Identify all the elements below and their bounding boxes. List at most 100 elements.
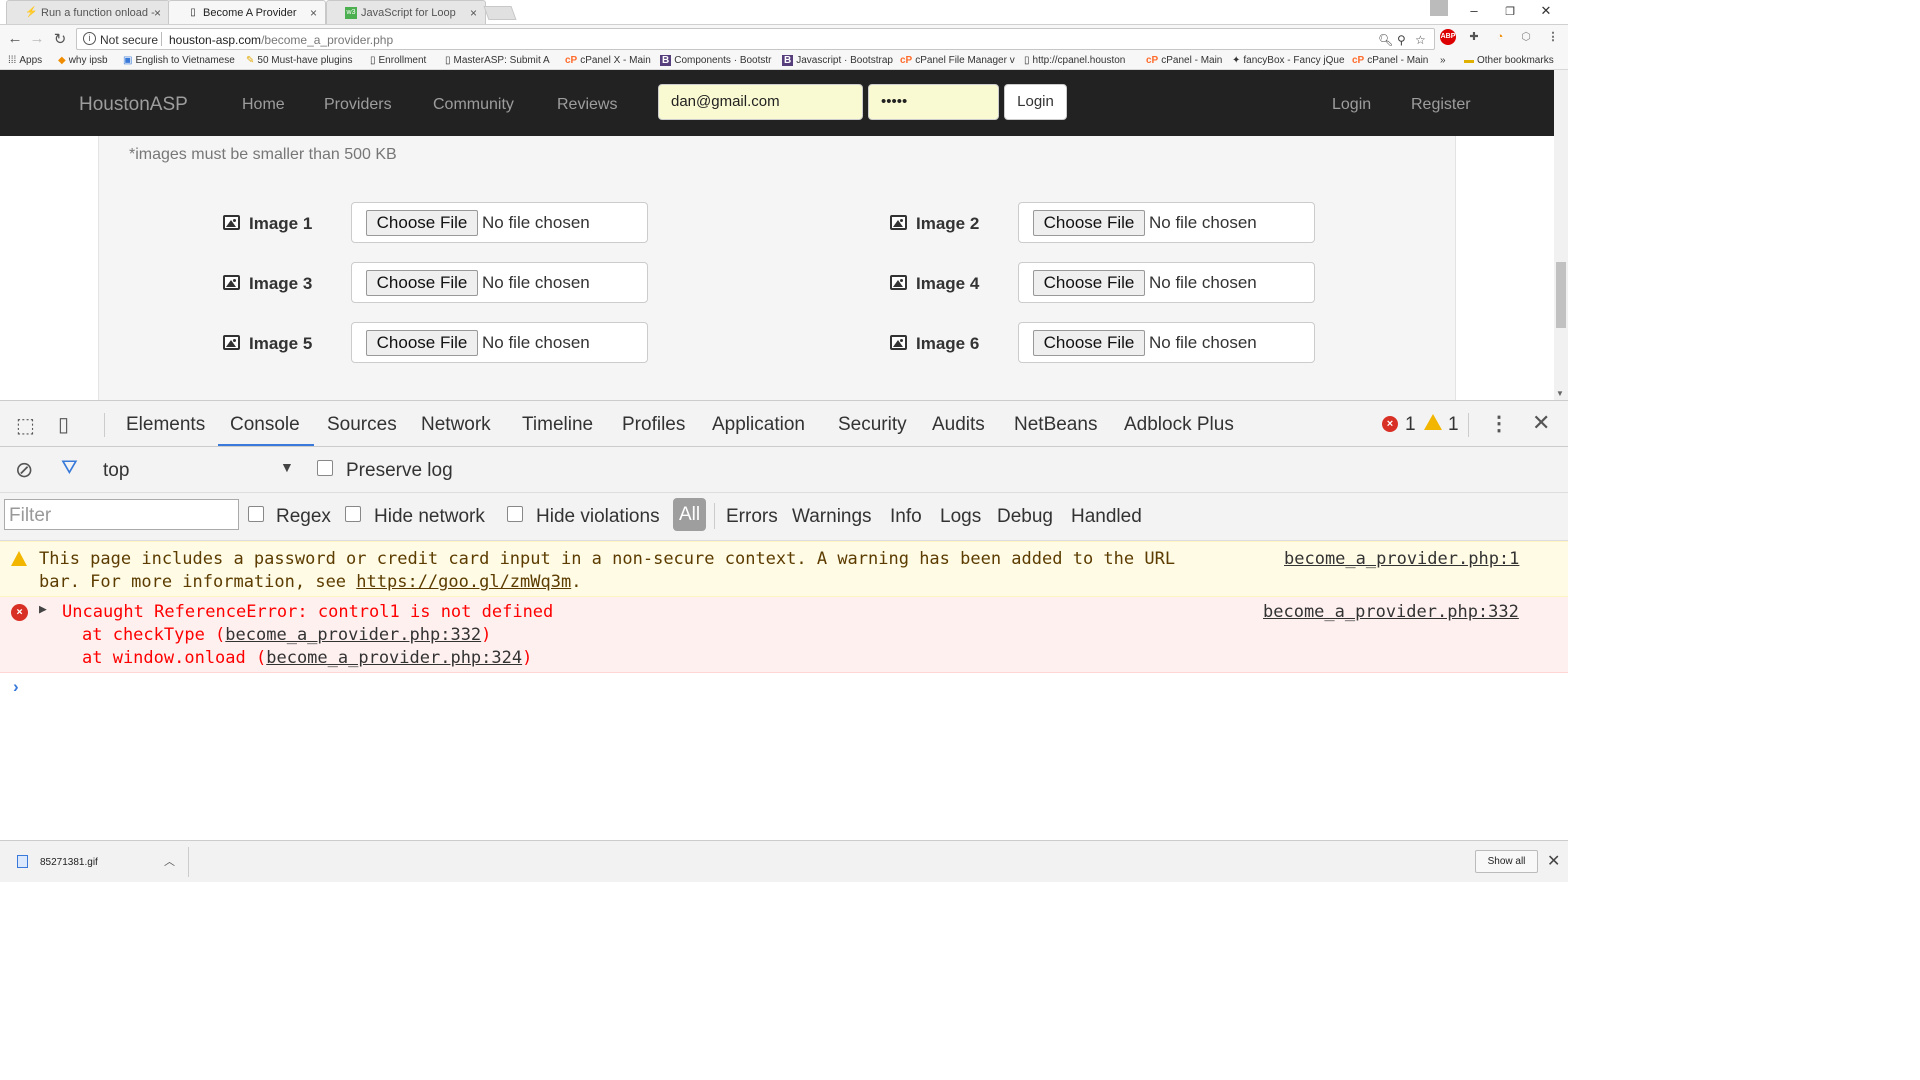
stack-link[interactable]: become_a_provider.php:324 xyxy=(266,648,522,668)
close-icon[interactable]: × xyxy=(154,6,161,20)
error-count[interactable]: 1 xyxy=(1405,414,1416,436)
show-all-button[interactable]: Show all xyxy=(1475,850,1538,873)
more-bookmarks-button[interactable]: » xyxy=(1440,55,1446,66)
password-field[interactable]: ••••• xyxy=(868,84,999,120)
close-shelf-icon[interactable]: ✕ xyxy=(1547,851,1560,871)
console-input[interactable] xyxy=(30,673,1550,699)
tab-application[interactable]: Application xyxy=(712,414,805,436)
choose-file-button[interactable]: Choose File xyxy=(1033,210,1145,236)
reload-icon[interactable]: ↻ xyxy=(51,30,69,48)
nav-register[interactable]: Register xyxy=(1411,96,1471,114)
bookmark-item[interactable]: B Javascript · Bootstrap xyxy=(782,55,893,66)
rss-icon[interactable]: ◔ xyxy=(1492,29,1508,45)
bookmark-item[interactable]: cP cPanel File Manager v xyxy=(900,55,1015,66)
bookmark-apps[interactable]: ⁞⁞⁞ Apps xyxy=(8,55,42,66)
tab-console[interactable]: Console xyxy=(230,414,300,436)
close-icon[interactable]: × xyxy=(310,6,317,20)
tab-sources[interactable]: Sources xyxy=(327,414,397,436)
tab-adblock-plus[interactable]: Adblock Plus xyxy=(1124,414,1234,436)
url-text[interactable]: houston-asp.com/become_a_provider.php xyxy=(169,33,393,47)
choose-file-button[interactable]: Choose File xyxy=(1033,330,1145,356)
pin-icon[interactable]: ⚲ xyxy=(1397,33,1406,47)
login-button[interactable]: Login xyxy=(1004,84,1067,120)
close-devtools-icon[interactable]: ✕ xyxy=(1532,410,1550,436)
image-4-file-input[interactable]: Choose File No file chosen xyxy=(1018,262,1315,303)
tab-network[interactable]: Network xyxy=(421,414,491,436)
hide-violations-checkbox[interactable] xyxy=(507,506,523,522)
preserve-log-checkbox[interactable] xyxy=(317,460,333,476)
level-errors-button[interactable]: Errors xyxy=(726,506,778,528)
expand-triangle-icon[interactable]: ▶ xyxy=(39,602,47,617)
image-1-file-input[interactable]: Choose File No file chosen xyxy=(351,202,648,243)
regex-checkbox[interactable] xyxy=(248,506,264,522)
level-debug-button[interactable]: Debug xyxy=(997,506,1053,528)
nav-home[interactable]: Home xyxy=(242,96,285,114)
bookmark-item[interactable]: ▯ Enrollment xyxy=(370,55,426,66)
image-6-file-input[interactable]: Choose File No file chosen xyxy=(1018,322,1315,363)
scroll-down-icon[interactable]: ▼ xyxy=(1556,389,1564,398)
bookmark-item[interactable]: B Components · Bootstr xyxy=(660,55,772,66)
level-logs-button[interactable]: Logs xyxy=(940,506,981,528)
bookmark-item[interactable]: ✦ fancyBox - Fancy jQue xyxy=(1232,55,1345,66)
choose-file-button[interactable]: Choose File xyxy=(366,270,478,296)
bookmark-item[interactable]: ▯ MasterASP: Submit A xyxy=(445,55,550,66)
choose-file-button[interactable]: Choose File xyxy=(366,330,478,356)
clear-console-icon[interactable]: ⊘ xyxy=(15,457,33,483)
bookmark-star-icon[interactable]: ☆ xyxy=(1415,33,1426,47)
image-5-file-input[interactable]: Choose File No file chosen xyxy=(351,322,648,363)
bookmark-item[interactable]: ◆ why ipsb xyxy=(58,55,108,66)
choose-file-button[interactable]: Choose File xyxy=(1033,270,1145,296)
email-field[interactable]: dan@gmail.com xyxy=(658,84,863,120)
choose-file-button[interactable]: Choose File xyxy=(366,210,478,236)
tab-profiles[interactable]: Profiles xyxy=(622,414,685,436)
zoom-icon[interactable]: 🔍︎ xyxy=(1378,33,1393,47)
bookmark-item[interactable]: ✎ 50 Must-have plugins xyxy=(246,55,352,66)
warning-count-icon[interactable] xyxy=(1424,414,1442,430)
new-tab-button[interactable] xyxy=(483,6,517,20)
tab-audits[interactable]: Audits xyxy=(932,414,985,436)
scrollbar-thumb[interactable] xyxy=(1556,262,1566,328)
shield-icon[interactable]: ⬡ xyxy=(1518,29,1534,45)
puzzle-icon[interactable]: ✚ xyxy=(1466,29,1482,45)
inspect-element-icon[interactable]: ⬚ xyxy=(16,413,35,438)
tab-timeline[interactable]: Timeline xyxy=(522,414,593,436)
other-bookmarks[interactable]: ▬ Other bookmarks xyxy=(1464,55,1554,66)
stack-link[interactable]: become_a_provider.php:332 xyxy=(225,625,481,645)
browser-tab-js-loop[interactable]: w3 JavaScript for Loop × xyxy=(326,0,486,24)
security-indicator[interactable]: Not secure xyxy=(100,33,158,47)
nav-login[interactable]: Login xyxy=(1332,96,1371,114)
tab-elements[interactable]: Elements xyxy=(126,414,205,436)
filter-funnel-icon[interactable]: ⛛ xyxy=(61,457,78,480)
context-selector[interactable]: top xyxy=(103,460,129,482)
tab-netbeans[interactable]: NetBeans xyxy=(1014,414,1097,436)
menu-icon[interactable]: ⋮ xyxy=(1545,29,1561,45)
level-warnings-button[interactable]: Warnings xyxy=(792,506,872,528)
device-toolbar-icon[interactable]: ▯ xyxy=(58,412,69,437)
window-close-icon[interactable]: ✕ xyxy=(1536,3,1556,19)
error-count-icon[interactable]: × xyxy=(1382,416,1398,432)
page-scrollbar[interactable]: ▼ xyxy=(1554,70,1568,400)
nav-reviews[interactable]: Reviews xyxy=(557,96,617,114)
error-source-link[interactable]: become_a_provider.php:332 xyxy=(1263,602,1519,622)
profile-icon[interactable] xyxy=(1430,0,1448,16)
browser-tab-become-provider[interactable]: ▯ Become A Provider × xyxy=(168,0,326,24)
more-options-icon[interactable]: ⋮ xyxy=(1489,411,1509,436)
chevron-down-icon[interactable]: ▼ xyxy=(280,459,294,475)
warning-source-link[interactable]: become_a_provider.php:1 xyxy=(1284,549,1519,569)
tab-security[interactable]: Security xyxy=(838,414,907,436)
restore-icon[interactable]: ❐ xyxy=(1500,5,1520,18)
image-2-file-input[interactable]: Choose File No file chosen xyxy=(1018,202,1315,243)
level-handled-button[interactable]: Handled xyxy=(1071,506,1142,528)
info-icon[interactable]: i xyxy=(83,32,96,45)
image-3-file-input[interactable]: Choose File No file chosen xyxy=(351,262,648,303)
close-icon[interactable]: × xyxy=(470,6,477,20)
minimize-icon[interactable]: – xyxy=(1464,3,1484,18)
forward-icon[interactable]: → xyxy=(28,30,46,47)
filter-input[interactable]: Filter xyxy=(4,499,239,530)
console-prompt[interactable]: › xyxy=(13,677,19,697)
level-all-button[interactable]: All xyxy=(673,498,706,531)
bookmark-item[interactable]: cP cPanel - Main xyxy=(1352,55,1428,66)
browser-tab-run-function[interactable]: ⚡ Run a function onload - × xyxy=(6,0,170,24)
download-filename[interactable]: 85271381.gif xyxy=(40,857,98,868)
bookmark-item[interactable]: ▣ English to Vietnamese xyxy=(123,55,235,66)
